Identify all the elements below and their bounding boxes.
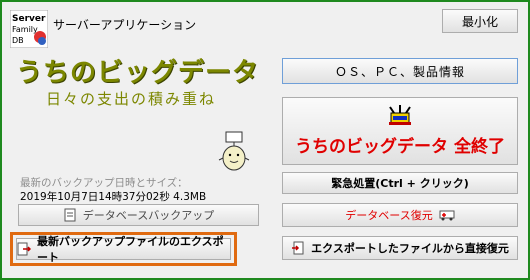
- export-label: 最新バックアップファイルのエクスポート: [37, 235, 224, 264]
- import-file-icon: [291, 241, 305, 255]
- app-title: サーバーアプリケーション: [53, 18, 197, 32]
- logo-text-3: DB: [12, 36, 24, 45]
- emergency-button[interactable]: 緊急処置(Ctrl + クリック): [282, 172, 518, 194]
- db-restore-label: データベース復元: [345, 209, 433, 222]
- minimize-button[interactable]: 最小化: [442, 9, 518, 33]
- ambulance-icon: [439, 209, 455, 221]
- shutdown-all-button[interactable]: うちのビッグデータ 全終了: [282, 97, 518, 165]
- database-backup-button[interactable]: データベースバックアップ: [18, 204, 259, 226]
- shutdown-label: うちのビッグデータ 全終了: [295, 137, 505, 157]
- info-button-label: ＯＳ、ＰＣ、製品情報: [334, 64, 465, 79]
- app-logo: Server Family DB: [9, 9, 49, 49]
- backup-caption: 最新のバックアップ日時とサイズ：: [20, 177, 188, 189]
- db-backup-label: データベースバックアップ: [82, 209, 215, 222]
- app-window: Server Family DB サーバーアプリケーション 最小化 うちのビッグ…: [0, 0, 530, 280]
- backup-icon: [63, 208, 77, 222]
- export-latest-backup-button[interactable]: 最新バックアップファイルのエクスポート: [16, 235, 231, 264]
- emergency-label: 緊急処置(Ctrl + クリック): [331, 177, 469, 190]
- export-restore-label: エクスポートしたファイルから直接復元: [311, 242, 509, 255]
- logo-text-1: Server: [12, 14, 46, 24]
- big-title: うちのビッグデータ: [16, 58, 260, 88]
- export-file-icon: [17, 242, 31, 256]
- restore-from-export-button[interactable]: エクスポートしたファイルから直接復元: [282, 236, 518, 260]
- os-pc-product-info-button[interactable]: ＯＳ、ＰＣ、製品情報: [282, 58, 518, 84]
- database-restore-button[interactable]: データベース復元: [282, 203, 518, 227]
- subtitle: 日々の支出の積み重ね: [46, 90, 217, 108]
- export-highlight: 最新バックアップファイルのエクスポート: [10, 232, 237, 266]
- backup-value: 2019年10月7日14時37分02秒 4.3MB: [20, 191, 207, 203]
- logo-text-2: Family: [12, 25, 38, 34]
- shutdown-icon: [387, 105, 413, 130]
- mascot-icon: [214, 130, 254, 174]
